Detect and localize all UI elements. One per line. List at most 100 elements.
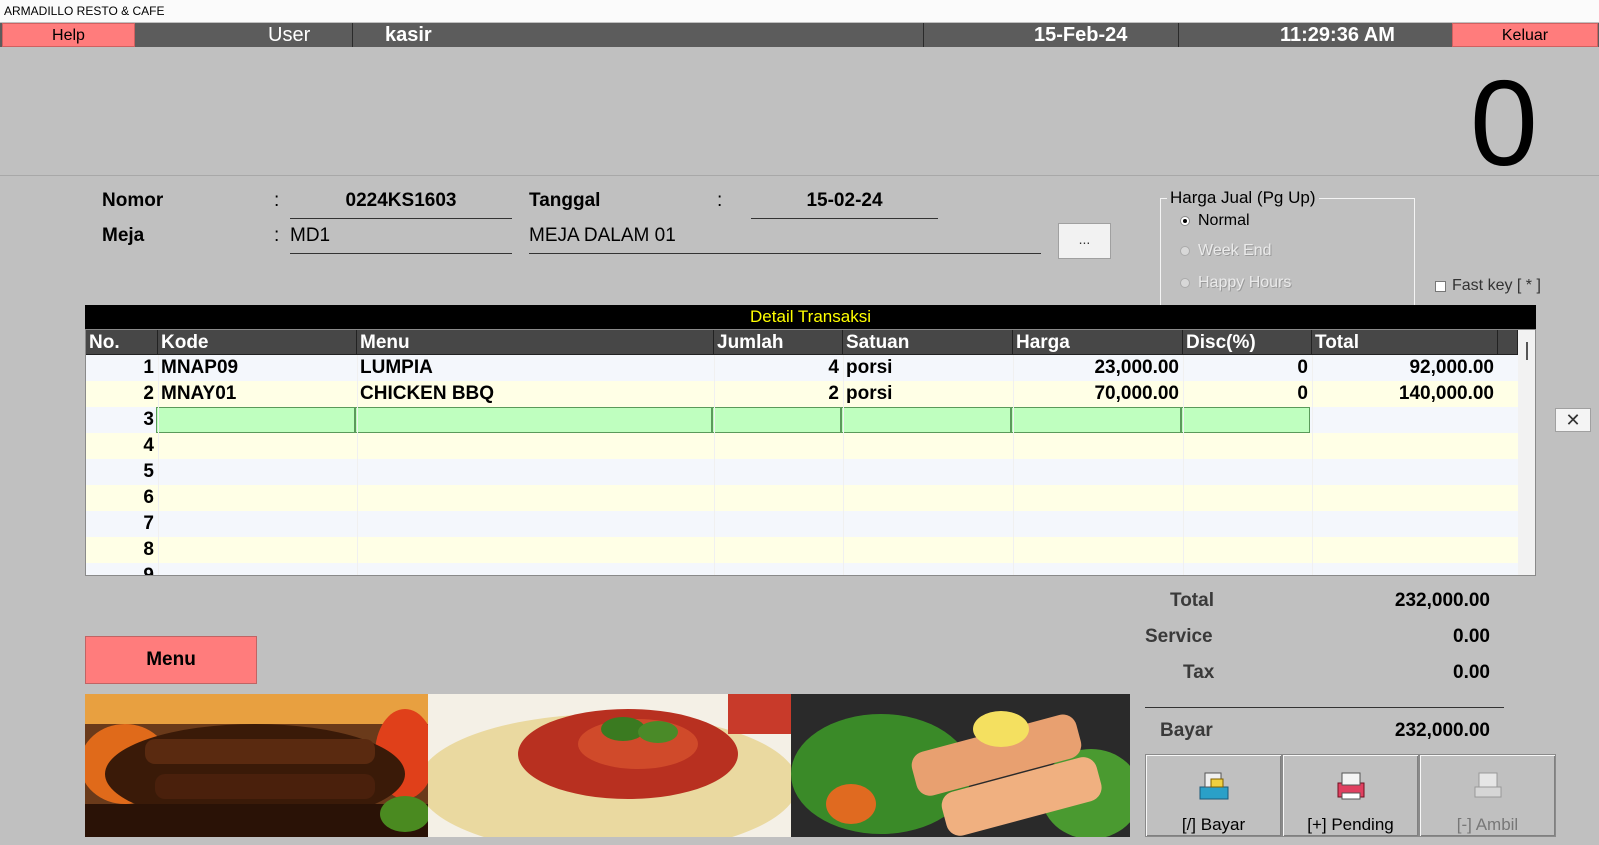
table-cell-total[interactable] <box>1312 459 1498 485</box>
table-row[interactable]: 5 <box>86 459 1518 485</box>
table-row[interactable]: 4 <box>86 433 1518 459</box>
table-cell-kode[interactable] <box>158 433 357 459</box>
table-row[interactable]: 3 <box>86 407 1518 433</box>
table-cell-harga[interactable] <box>1013 537 1183 563</box>
table-cell-no[interactable]: 9 <box>86 563 158 575</box>
table-cell-menu[interactable] <box>357 537 714 563</box>
table-cell-menu[interactable]: LUMPIA <box>357 355 714 381</box>
table-cell-disc[interactable]: 0 <box>1183 381 1312 407</box>
table-cell-total[interactable] <box>1312 511 1498 537</box>
table-cell-no[interactable]: 4 <box>86 433 158 459</box>
table-cell-satuan[interactable] <box>843 407 1013 433</box>
table-cell-disc[interactable] <box>1183 511 1312 537</box>
table-cell-kode[interactable] <box>158 563 357 575</box>
table-cell-menu[interactable] <box>357 563 714 575</box>
table-cell-total[interactable]: 92,000.00 <box>1312 355 1498 381</box>
table-cell-jumlah[interactable] <box>714 433 843 459</box>
table-cell-jumlah[interactable] <box>714 459 843 485</box>
column-header-total[interactable]: Total <box>1312 330 1498 355</box>
table-cell-satuan[interactable] <box>843 511 1013 537</box>
tanggal-field[interactable]: 15-02-24 <box>751 190 938 212</box>
column-header-harga[interactable]: Harga <box>1013 330 1183 355</box>
table-cell-menu[interactable] <box>357 485 714 511</box>
table-cell-harga[interactable]: 70,000.00 <box>1013 381 1183 407</box>
column-header-satuan[interactable]: Satuan <box>843 330 1013 355</box>
table-cell-no[interactable]: 1 <box>86 355 158 381</box>
radio-week-end[interactable] <box>1180 246 1190 256</box>
table-cell-satuan[interactable]: porsi <box>843 381 1013 407</box>
table-cell-disc[interactable] <box>1183 563 1312 575</box>
table-cell-menu[interactable] <box>357 407 714 433</box>
table-cell-total[interactable]: 140,000.00 <box>1312 381 1498 407</box>
table-cell-total[interactable] <box>1312 537 1498 563</box>
table-cell-satuan[interactable] <box>843 433 1013 459</box>
table-cell-harga[interactable] <box>1013 459 1183 485</box>
table-cell-no[interactable]: 2 <box>86 381 158 407</box>
table-cell-jumlah[interactable] <box>714 485 843 511</box>
radio-happy-hours[interactable] <box>1180 278 1190 288</box>
table-cell-kode[interactable] <box>158 407 357 433</box>
column-header-kode[interactable]: Kode <box>158 330 357 355</box>
table-cell-satuan[interactable] <box>843 537 1013 563</box>
table-cell-harga[interactable] <box>1013 485 1183 511</box>
table-cell-kode[interactable] <box>158 485 357 511</box>
table-cell-jumlah[interactable]: 2 <box>714 381 843 407</box>
table-cell-disc[interactable] <box>1183 485 1312 511</box>
bayar-button[interactable]: [/] Bayar <box>1145 754 1282 837</box>
table-cell-no[interactable]: 5 <box>86 459 158 485</box>
table-cell-total[interactable] <box>1312 433 1498 459</box>
ambil-button[interactable]: [-] Ambil <box>1419 754 1556 837</box>
table-cell-harga[interactable] <box>1013 433 1183 459</box>
menu-button[interactable]: Menu <box>85 636 257 684</box>
table-row[interactable]: 2 MNAY01 CHICKEN BBQ 2 porsi 70,000.00 0 140,00… <box>86 381 1518 407</box>
table-cell-harga[interactable]: 23,000.00 <box>1013 355 1183 381</box>
table-row[interactable]: 7 <box>86 511 1518 537</box>
table-cell-disc[interactable] <box>1183 459 1312 485</box>
table-cell-jumlah[interactable] <box>714 563 843 575</box>
scrollbar-thumb[interactable] <box>1526 342 1528 360</box>
radio-normal[interactable] <box>1180 216 1190 226</box>
column-header-menu[interactable]: Menu <box>357 330 714 355</box>
table-cell-menu[interactable] <box>357 511 714 537</box>
table-cell-total[interactable] <box>1312 563 1498 575</box>
table-row[interactable]: 9 <box>86 563 1518 575</box>
table-cell-satuan[interactable] <box>843 485 1013 511</box>
table-cell-jumlah[interactable] <box>714 537 843 563</box>
table-cell-jumlah[interactable] <box>714 511 843 537</box>
column-header-disc[interactable]: Disc(%) <box>1183 330 1312 355</box>
table-cell-harga[interactable] <box>1013 563 1183 575</box>
table-cell-kode[interactable]: MNAY01 <box>158 381 357 407</box>
table-cell-no[interactable]: 3 <box>86 407 158 433</box>
table-cell-total[interactable] <box>1312 407 1498 433</box>
table-cell-no[interactable]: 6 <box>86 485 158 511</box>
table-cell-satuan[interactable] <box>843 459 1013 485</box>
meja-code-field[interactable]: MD1 <box>290 225 330 247</box>
table-cell-menu[interactable]: CHICKEN BBQ <box>357 381 714 407</box>
table-row[interactable]: 8 <box>86 537 1518 563</box>
table-cell-kode[interactable] <box>158 537 357 563</box>
table-cell-disc[interactable] <box>1183 407 1312 433</box>
pending-button[interactable]: [+] Pending <box>1282 754 1419 837</box>
table-cell-kode[interactable] <box>158 459 357 485</box>
column-header-no[interactable]: No. <box>86 330 158 355</box>
table-cell-satuan[interactable] <box>843 563 1013 575</box>
table-row[interactable]: 6 <box>86 485 1518 511</box>
table-cell-kode[interactable] <box>158 511 357 537</box>
nomor-field[interactable]: 0224KS1603 <box>290 190 512 212</box>
table-cell-kode[interactable]: MNAP09 <box>158 355 357 381</box>
table-cell-harga[interactable] <box>1013 407 1183 433</box>
table-cell-no[interactable]: 7 <box>86 511 158 537</box>
browse-table-button[interactable]: ... <box>1058 223 1111 259</box>
table-cell-disc[interactable] <box>1183 537 1312 563</box>
exit-button[interactable]: Keluar <box>1452 23 1598 47</box>
table-cell-menu[interactable] <box>357 433 714 459</box>
table-cell-jumlah[interactable]: 4 <box>714 355 843 381</box>
table-cell-no[interactable]: 8 <box>86 537 158 563</box>
table-cell-disc[interactable] <box>1183 433 1312 459</box>
table-cell-disc[interactable]: 0 <box>1183 355 1312 381</box>
table-row[interactable]: 1 MNAP09 LUMPIA 4 porsi 23,000.00 0 92,000.00 <box>86 355 1518 381</box>
column-header-jumlah[interactable]: Jumlah <box>714 330 843 355</box>
table-cell-harga[interactable] <box>1013 511 1183 537</box>
transaction-grid[interactable]: No. Kode Menu Jumlah Satuan Harga Disc(%… <box>85 329 1536 576</box>
table-cell-menu[interactable] <box>357 459 714 485</box>
